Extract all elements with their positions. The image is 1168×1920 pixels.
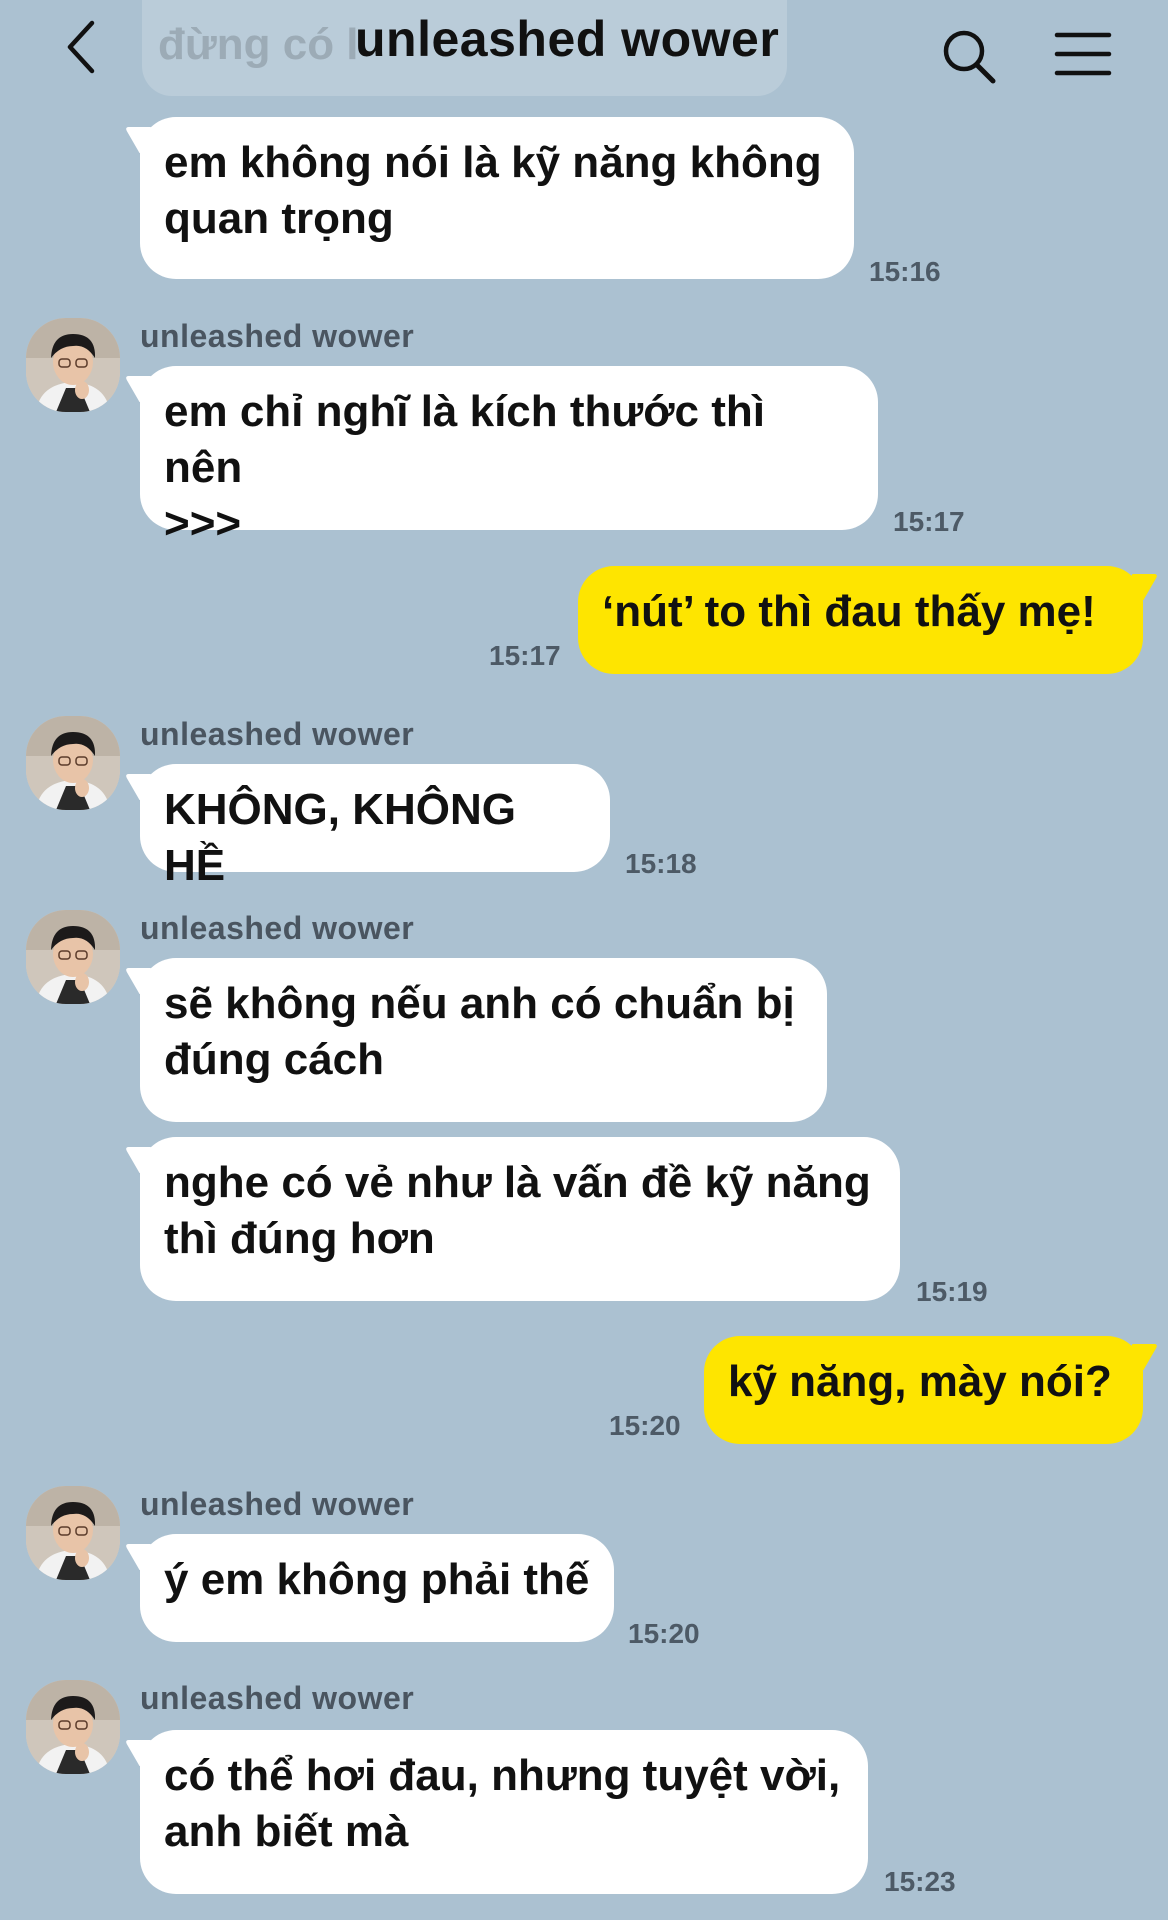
- message-bubble-incoming[interactable]: KHÔNG, KHÔNG HỀ: [140, 764, 610, 890]
- message-bubble-incoming[interactable]: nghe có vẻ như là vấn đề kỹ năng thì đún…: [140, 1137, 900, 1301]
- message-timestamp: 15:23: [884, 1866, 956, 1897]
- message-line: em chỉ nghĩ là kích thước thì nên: [164, 387, 766, 492]
- message-timestamp: 15:19: [916, 1276, 988, 1307]
- message-timestamp: 15:20: [628, 1618, 700, 1649]
- message-bubble-incoming[interactable]: sẽ không nếu anh có chuẩn bị đúng cách: [140, 958, 827, 1122]
- avatar[interactable]: [26, 716, 120, 810]
- chevron-left-icon: [67, 20, 95, 74]
- message-bubble-incoming[interactable]: em không nói là kỹ năng không quan trọng: [140, 117, 854, 279]
- message-timestamp: 15:17: [489, 640, 561, 671]
- message-line: anh biết mà: [164, 1807, 409, 1856]
- message-line: ý em không phải thế: [164, 1555, 590, 1604]
- sender-name: unleashed wower: [140, 318, 415, 354]
- chat-title: unleashed wower: [355, 11, 780, 67]
- message-timestamp: 15:17: [893, 506, 965, 537]
- message-timestamp: 15:18: [625, 848, 697, 879]
- avatar[interactable]: [26, 318, 120, 412]
- message-bubble-incoming[interactable]: em chỉ nghĩ là kích thước thì nên >>>: [140, 366, 878, 548]
- previous-message-text: đừng có l: [158, 20, 359, 69]
- avatar[interactable]: [26, 910, 120, 1004]
- message-line: sẽ không nếu anh có chuẩn bị: [164, 979, 795, 1028]
- sender-name: unleashed wower: [140, 1486, 415, 1522]
- message-line: em không nói là kỹ năng không: [164, 138, 822, 187]
- message-line: có thể hơi đau, nhưng tuyệt vời,: [164, 1751, 841, 1800]
- message-bubble-outgoing[interactable]: kỹ năng, mày nói?: [704, 1336, 1143, 1444]
- message-bubble-incoming[interactable]: ý em không phải thế: [140, 1534, 614, 1642]
- message-line: >>>: [164, 499, 242, 548]
- avatar[interactable]: [26, 1486, 120, 1580]
- message-line: nghe có vẻ như là vấn đề kỹ năng: [164, 1158, 871, 1207]
- message-line: kỹ năng, mày nói?: [728, 1357, 1112, 1406]
- message-line: KHÔNG, KHÔNG HỀ: [164, 785, 516, 890]
- search-button[interactable]: [935, 20, 1005, 90]
- sender-name: unleashed wower: [140, 910, 415, 946]
- message-bubble-incoming[interactable]: có thể hơi đau, nhưng tuyệt vời, anh biế…: [140, 1730, 868, 1894]
- menu-icon: [1054, 32, 1112, 76]
- message-timestamp: 15:20: [609, 1410, 681, 1441]
- message-line: đúng cách: [164, 1035, 385, 1084]
- sender-name: unleashed wower: [140, 1680, 415, 1716]
- sender-name: unleashed wower: [140, 716, 415, 752]
- search-icon: [943, 30, 996, 84]
- message-bubble-outgoing[interactable]: ‘nút’ to thì đau thấy mẹ!: [578, 566, 1143, 674]
- back-button[interactable]: [52, 12, 112, 82]
- message-timestamp: 15:16: [869, 256, 941, 287]
- message-line: ‘nút’ to thì đau thấy mẹ!: [602, 587, 1096, 636]
- menu-button[interactable]: [1048, 20, 1118, 90]
- message-line: quan trọng: [164, 194, 394, 243]
- message-line: thì đúng hơn: [164, 1214, 435, 1263]
- avatar[interactable]: [26, 1680, 120, 1774]
